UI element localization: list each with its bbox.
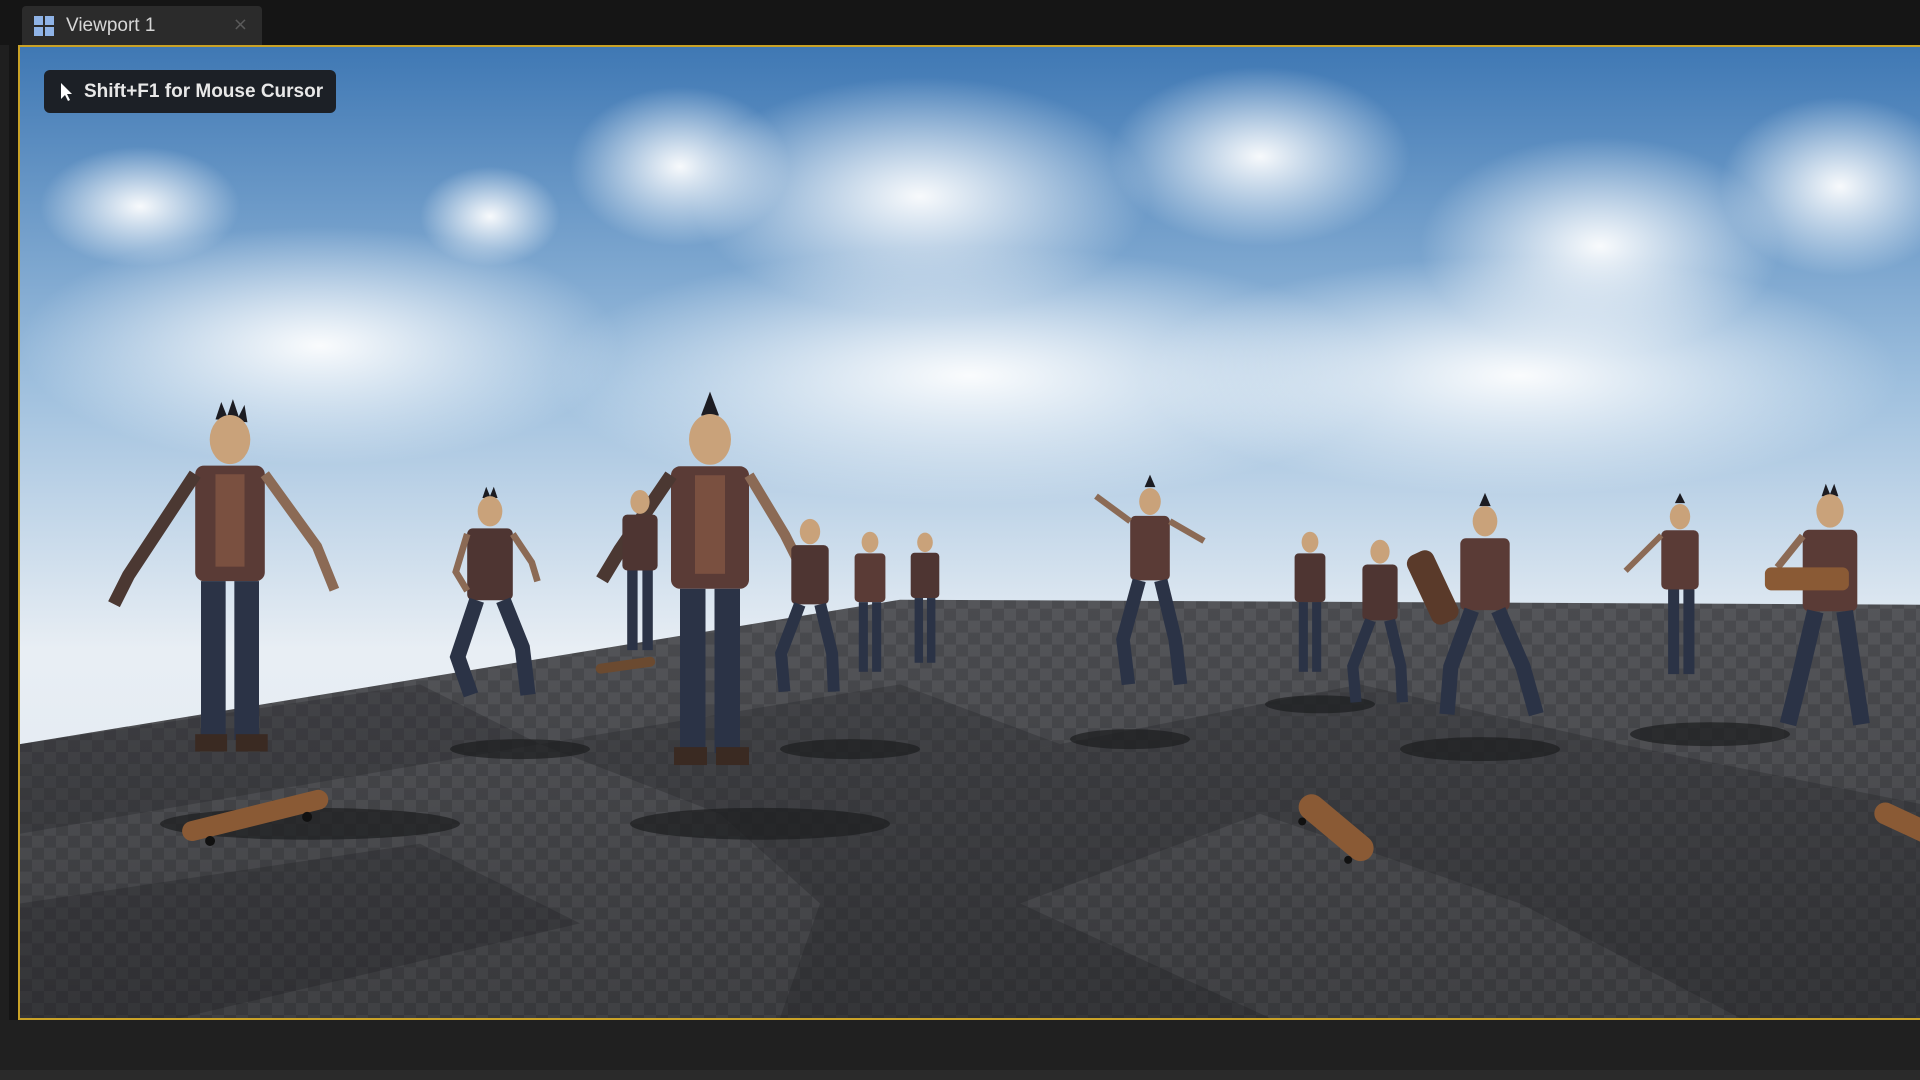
close-icon[interactable]: × xyxy=(233,14,248,35)
status-bar-edge xyxy=(0,1070,1920,1080)
viewport-grid-icon xyxy=(34,16,54,36)
mouse-cursor-icon xyxy=(61,82,72,101)
hint-text: Shift+F1 for Mouse Cursor xyxy=(84,80,324,102)
scene-render xyxy=(20,47,1920,1018)
mouse-cursor-hint: Shift+F1 for Mouse Cursor xyxy=(44,70,337,113)
tab-viewport-1[interactable]: Viewport 1 × xyxy=(22,6,262,45)
viewport-3d[interactable]: Shift+F1 for Mouse Cursor xyxy=(18,45,1920,1020)
tab-label: Viewport 1 xyxy=(66,15,156,36)
left-panel-edge xyxy=(0,45,9,1020)
tab-bar: Viewport 1 × xyxy=(0,0,1920,45)
